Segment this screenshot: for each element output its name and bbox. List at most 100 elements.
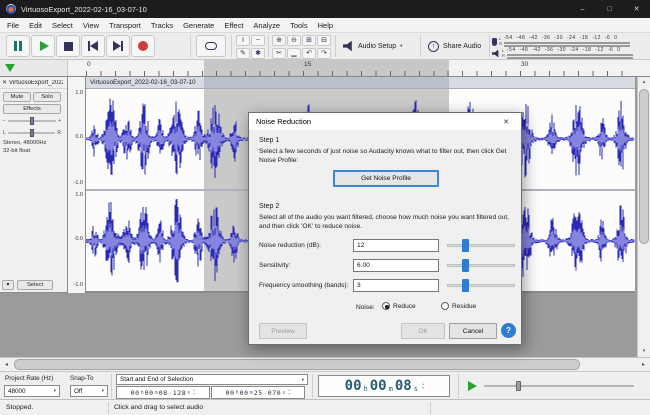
- residue-radio[interactable]: Residue: [441, 302, 476, 310]
- scale-label: 1.0: [75, 90, 83, 96]
- play-button[interactable]: [31, 35, 55, 57]
- get-noise-profile-button[interactable]: Get Noise Profile: [333, 170, 439, 187]
- horizontal-scrollbar[interactable]: ◂ ▸: [0, 357, 650, 371]
- recording-meter[interactable]: LR -54 -48 -42 -36 -30 -24 -18 -12 -6 0: [492, 36, 644, 47]
- menu-tools[interactable]: Tools: [285, 18, 313, 33]
- slider-thumb[interactable]: [462, 259, 470, 272]
- scale-label: 0.0: [75, 134, 83, 140]
- multi-tool-button[interactable]: ✱: [251, 48, 265, 59]
- zoom-selection-button[interactable]: ⊞: [302, 35, 316, 46]
- help-button[interactable]: ?: [501, 323, 516, 338]
- close-icon: ✕: [633, 6, 640, 13]
- scroll-up-icon[interactable]: ▴: [638, 77, 650, 88]
- project-rate-select[interactable]: 48000 ▾: [4, 385, 60, 397]
- frequency-smoothing-slider[interactable]: [447, 279, 515, 292]
- redo-button[interactable]: ↷: [317, 48, 331, 59]
- spin-down-icon[interactable]: ▾: [422, 386, 424, 390]
- dialog-titlebar[interactable]: Noise Reduction ✕: [249, 113, 521, 131]
- preview-button[interactable]: Preview: [259, 323, 307, 339]
- horizontal-scrollbar-thumb[interactable]: [14, 359, 580, 370]
- pan-slider[interactable]: L R: [3, 128, 61, 138]
- playback-meter[interactable]: LR -54 -48 -42 -36 -30 -24 -18 -12 -6 0: [492, 48, 644, 59]
- audio-setup-button[interactable]: Audio Setup ▾: [339, 35, 406, 57]
- menu-analyze[interactable]: Analyze: [248, 18, 285, 33]
- menu-generate[interactable]: Generate: [178, 18, 219, 33]
- playhead-marker-icon[interactable]: [5, 64, 15, 72]
- selection-start-field[interactable]: 00 h 00 m 08. 128 s ▴ ▾: [116, 386, 210, 399]
- trim-button[interactable]: ✂: [272, 48, 286, 59]
- record-button[interactable]: [131, 35, 155, 57]
- zoom-in-button[interactable]: ⊕: [272, 35, 286, 46]
- selection-mode-select[interactable]: Start and End of Selection ▾: [116, 374, 308, 385]
- silence-button[interactable]: ▁: [287, 48, 301, 59]
- spin-down-icon[interactable]: ▾: [193, 392, 195, 397]
- envelope-tool-button[interactable]: ~: [251, 35, 265, 46]
- menu-select[interactable]: Select: [47, 18, 78, 33]
- menu-file[interactable]: File: [2, 18, 24, 33]
- microphone-icon: [492, 37, 497, 46]
- ok-button[interactable]: OK: [401, 323, 445, 339]
- menu-tracks[interactable]: Tracks: [146, 18, 178, 33]
- sensitivity-input[interactable]: [353, 259, 439, 272]
- slider-thumb[interactable]: [462, 239, 470, 252]
- select-button[interactable]: Select: [17, 280, 53, 290]
- clip-header[interactable]: VirtuosoExport_2022-02-16_03-07-10: [86, 77, 635, 89]
- frequency-smoothing-input[interactable]: [353, 279, 439, 292]
- stop-button[interactable]: [56, 35, 80, 57]
- noise-reduction-slider[interactable]: [447, 239, 515, 252]
- loop-button[interactable]: [196, 35, 226, 57]
- track-close-button[interactable]: ✕: [0, 79, 9, 86]
- menu-transport[interactable]: Transport: [104, 18, 146, 33]
- menu-help[interactable]: Help: [313, 18, 338, 33]
- undo-button[interactable]: ↶: [302, 48, 316, 59]
- slider-track: [447, 264, 515, 267]
- skip-to-start-button[interactable]: [81, 35, 105, 57]
- big-time-display[interactable]: 00 h 00 m 08 s ▴ ▾: [318, 375, 450, 397]
- slider-thumb[interactable]: [462, 279, 470, 292]
- pause-button[interactable]: [6, 35, 30, 57]
- dialog-close-button[interactable]: ✕: [491, 113, 521, 131]
- pan-slider-thumb[interactable]: [29, 129, 34, 137]
- noise-reduction-input[interactable]: [353, 239, 439, 252]
- seconds-digits: 25: [253, 388, 263, 397]
- skip-to-end-button[interactable]: [106, 35, 130, 57]
- sensitivity-slider[interactable]: [447, 259, 515, 272]
- vertical-scale[interactable]: 1.0 0.0 -1.0 1.0 0.0 -1.0: [68, 77, 86, 293]
- reduce-radio[interactable]: Reduce: [382, 302, 416, 310]
- draw-tool-button[interactable]: ✎: [236, 48, 250, 59]
- seconds-digits: 08: [158, 388, 168, 397]
- scale-label: 1.0: [75, 192, 83, 198]
- play-at-speed-button[interactable]: [468, 381, 477, 391]
- snap-to-select[interactable]: Off ▾: [70, 385, 108, 397]
- maximize-button[interactable]: □: [596, 0, 623, 18]
- track-name[interactable]: VirtuosoExport_2022-02-16_03-07-10: [9, 80, 63, 86]
- selection-tool-button[interactable]: I: [236, 35, 250, 46]
- minimize-button[interactable]: –: [569, 0, 596, 18]
- zoom-project-button[interactable]: ⊟: [317, 35, 331, 46]
- scroll-right-icon[interactable]: ▸: [637, 359, 650, 371]
- zoom-out-button[interactable]: ⊖: [287, 35, 301, 46]
- effects-button[interactable]: Effects: [3, 104, 61, 114]
- gain-slider[interactable]: − +: [3, 116, 61, 126]
- selection-end-field[interactable]: 00 h 00 m 25. 070 s ▴ ▾: [211, 386, 305, 399]
- cancel-button[interactable]: Cancel: [449, 323, 497, 339]
- gain-slider-thumb[interactable]: [30, 117, 34, 125]
- vertical-scrollbar-thumb[interactable]: [639, 89, 649, 244]
- scroll-left-icon[interactable]: ◂: [0, 359, 13, 371]
- toolbar-divider: [190, 35, 191, 57]
- collapse-button[interactable]: ▾: [2, 280, 14, 290]
- solo-button[interactable]: Solo: [33, 92, 61, 102]
- vertical-scrollbar[interactable]: ▴ ▾: [637, 77, 650, 357]
- mute-button[interactable]: Mute: [3, 92, 31, 102]
- play-speed-slider[interactable]: [484, 381, 634, 391]
- share-audio-button[interactable]: ↑ Share Audio: [424, 35, 485, 57]
- toolbar-divider: [268, 35, 269, 57]
- scroll-down-icon[interactable]: ▾: [638, 346, 650, 357]
- menu-view[interactable]: View: [78, 18, 104, 33]
- close-button[interactable]: ✕: [623, 0, 650, 18]
- spin-down-icon[interactable]: ▾: [288, 392, 290, 397]
- play-speed-thumb[interactable]: [516, 381, 521, 391]
- timeline-ruler[interactable]: 0 15 30: [0, 60, 650, 77]
- menu-edit[interactable]: Edit: [24, 18, 47, 33]
- menu-effect[interactable]: Effect: [219, 18, 248, 33]
